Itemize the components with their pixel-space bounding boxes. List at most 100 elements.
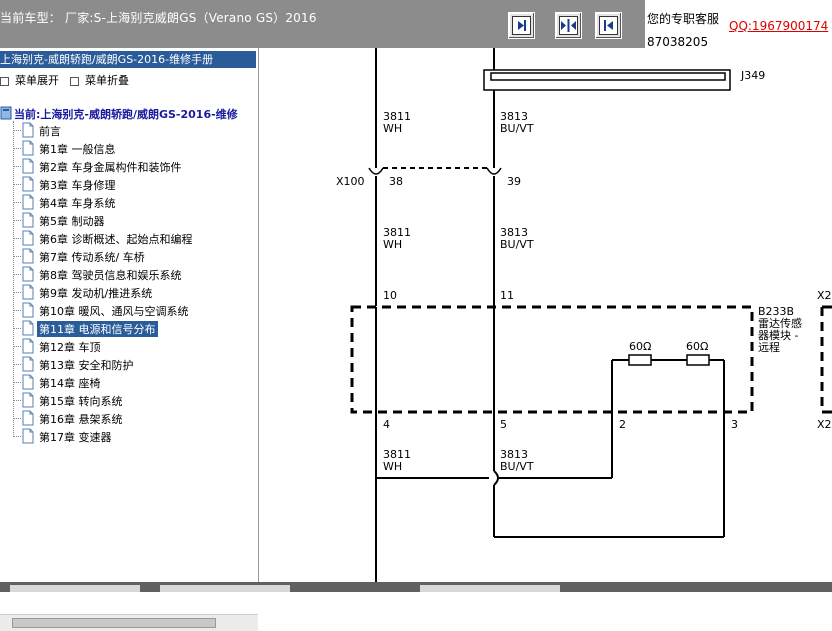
bottom-tab-2[interactable] (160, 585, 290, 592)
document-icon (22, 158, 34, 174)
tree-branch-line (13, 130, 21, 131)
tree-branch-line (13, 418, 21, 419)
document-icon (22, 212, 34, 228)
tree-root-label: 当前:上海别克-威朗轿跑/威朗GS-2016-维修 (14, 108, 238, 121)
horizontal-scrollbar[interactable] (0, 614, 258, 631)
tree-item-label: 第3章 车身修理 (39, 179, 116, 192)
x100-pin-39: 39 (507, 175, 521, 188)
document-icon (22, 392, 34, 408)
tree-branch-line (13, 346, 21, 347)
bottom-scrollbar-area (0, 582, 832, 592)
tree-branch-line (13, 382, 21, 383)
bottom-tab-3[interactable] (420, 585, 560, 592)
document-icon (22, 248, 34, 264)
connector-x100-label: X100 (336, 175, 365, 188)
collapse-icon (70, 76, 79, 86)
tree-item-label: 第7章 传动系统/ 车桥 (39, 251, 145, 264)
tree-item-label: 第1章 一般信息 (39, 143, 116, 156)
module-pin-4: 4 (383, 418, 390, 431)
wire-color-bu-vt: BU/VT (500, 122, 534, 135)
collapse-menu-label: 菜单折叠 (85, 74, 129, 87)
go-back-icon (599, 16, 618, 35)
book-icon (0, 106, 12, 120)
sidebar: 上海别克-威朗轿跑/威朗GS-2016-维修手册 菜单展开 菜单折叠 当前:上海… (0, 48, 259, 631)
tree-branch-line (13, 148, 21, 149)
go-first-icon (512, 16, 531, 35)
tree-branch-line (13, 202, 21, 203)
document-icon (22, 356, 34, 372)
tree-branch-line (13, 274, 21, 275)
support-label: 您的专职客服 (647, 12, 720, 26)
document-icon (22, 176, 34, 192)
wiring-diagram-svg: J349 3811 WH 3813 BU/VT X100 38 39 3811 … (336, 48, 832, 582)
resistor-1-label: 60Ω (629, 340, 651, 353)
document-icon (22, 122, 34, 138)
document-icon (22, 284, 34, 300)
manual-title: 上海别克-威朗轿跑/威朗GS-2016-维修手册 (0, 51, 256, 68)
wire-color-wh-mid: WH (383, 238, 402, 251)
x100-pin-38: 38 (389, 175, 403, 188)
document-icon (22, 230, 34, 246)
tree-item-label: 第17章 变速器 (39, 431, 112, 444)
expand-menu-button[interactable]: 菜单展开 (0, 72, 59, 88)
customer-support-panel: 您的专职客服 QQ:1967900174 87038205 (645, 0, 832, 49)
module-pin-10: 10 (383, 289, 397, 302)
connector-x2-top-label: X2 (817, 289, 832, 302)
tree-branch-line (13, 166, 21, 167)
document-icon (22, 140, 34, 156)
vehicle-model-title: 当前车型： 厂家:S-上海别克威朗GS（Verano GS）2016 (0, 11, 317, 25)
wire-color-bu-vt-mid: BU/VT (500, 238, 534, 251)
bottom-tab-1[interactable] (10, 585, 140, 592)
scrollbar-thumb[interactable] (12, 618, 216, 628)
collapse-menu-button[interactable]: 菜单折叠 (70, 72, 129, 88)
tree-item-label: 第12章 车顶 (39, 341, 101, 354)
tree-branch-line (13, 238, 21, 239)
tree-branch-line (13, 436, 21, 437)
tree-item-label: 第9章 发动机/推进系统 (39, 287, 153, 300)
document-icon (22, 428, 34, 444)
expand-icon (0, 76, 9, 86)
tree-item-label: 第15章 转向系统 (39, 395, 123, 408)
tree-branch-line (13, 328, 21, 329)
document-icon (22, 410, 34, 426)
document-icon (22, 320, 34, 336)
module-pin-5: 5 (500, 418, 507, 431)
previous-page-button[interactable] (595, 12, 622, 39)
tree-item-label: 第8章 驾驶员信息和娱乐系统 (39, 269, 182, 282)
split-view-button[interactable] (555, 12, 582, 39)
module-pin-11: 11 (500, 289, 514, 302)
split-arrows-icon (559, 16, 578, 35)
document-icon (22, 194, 34, 210)
tree-item-label: 第14章 座椅 (39, 377, 101, 390)
document-icon (22, 374, 34, 390)
tree-branch-line (13, 400, 21, 401)
tree-branch-line (13, 364, 21, 365)
document-icon (22, 266, 34, 282)
module-pin-3: 3 (731, 418, 738, 431)
module-pin-2: 2 (619, 418, 626, 431)
tree-item-label: 第6章 诊断概述、起始点和编程 (39, 233, 193, 246)
tree-item-label: 第10章 暖风、通风与空调系统 (39, 305, 189, 318)
connector-j349-label: J349 (740, 69, 765, 82)
module-name-line4: 远程 (758, 341, 780, 354)
tree-item-label: 第11章 电源和信号分布 (37, 321, 158, 337)
first-page-button[interactable] (508, 12, 535, 39)
tree-item-label: 第2章 车身金属构件和装饰件 (39, 161, 182, 174)
resistor-2-label: 60Ω (686, 340, 708, 353)
wire-color-bu-vt-bottom: BU/VT (500, 460, 534, 473)
tree-connector (13, 121, 14, 437)
tree-item-label: 前言 (39, 125, 61, 138)
wiring-diagram: J349 3811 WH 3813 BU/VT X100 38 39 3811 … (259, 48, 832, 582)
document-icon (22, 302, 34, 318)
connector-x2-bottom-label: X2 (817, 418, 832, 431)
tree-branch-line (13, 310, 21, 311)
tree-item-label: 第5章 制动器 (39, 215, 105, 228)
support-qq-link[interactable]: QQ:1967900174 (729, 19, 828, 33)
support-phone: 87038205 (647, 35, 709, 49)
wire-color-wh-bottom: WH (383, 460, 402, 473)
tree-branch-line (13, 292, 21, 293)
document-icon (22, 338, 34, 354)
tree-branch-line (13, 184, 21, 185)
tree-item-label: 第16章 悬架系统 (39, 413, 123, 426)
top-toolbar: 当前车型： 厂家:S-上海别克威朗GS（Verano GS）2016 (0, 0, 645, 48)
